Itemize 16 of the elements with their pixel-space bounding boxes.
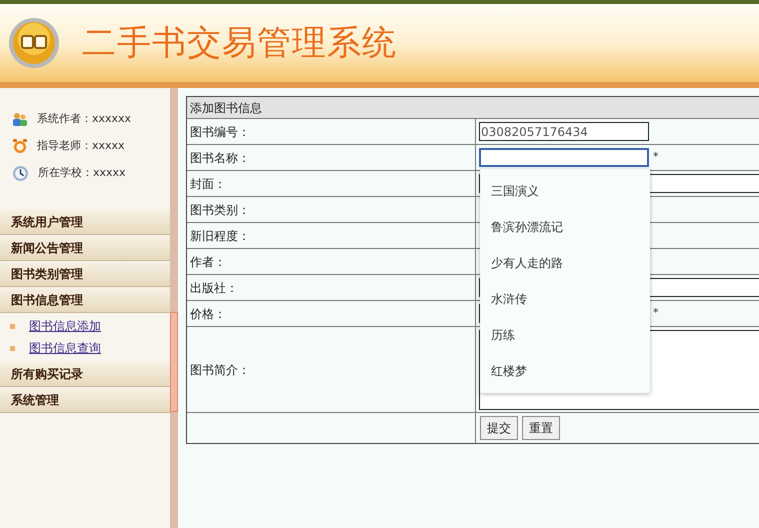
system-title: 二手书交易管理系统: [82, 22, 397, 64]
field-label: 价格：: [190, 306, 226, 322]
field-label: 图书名称：: [190, 150, 250, 166]
required-mark: *: [653, 149, 658, 166]
info-text: 所在学校：xxxxx: [38, 164, 126, 181]
required-mark: *: [653, 305, 658, 322]
field-label: 图书编号：: [190, 124, 250, 140]
field-label: 封面：: [190, 176, 226, 192]
info-text: 指导老师：xxxxx: [37, 138, 125, 154]
field-label: 出版社：: [190, 280, 238, 296]
info-text: 系统作者：xxxxxx: [37, 110, 132, 127]
field-label: 作者：: [190, 254, 226, 270]
field-label: 图书简介：: [190, 362, 250, 378]
field-label: 新旧程度：: [190, 228, 250, 244]
field-label: 图书类别：: [190, 202, 250, 218]
form-title: 添加图书信息: [187, 97, 759, 119]
